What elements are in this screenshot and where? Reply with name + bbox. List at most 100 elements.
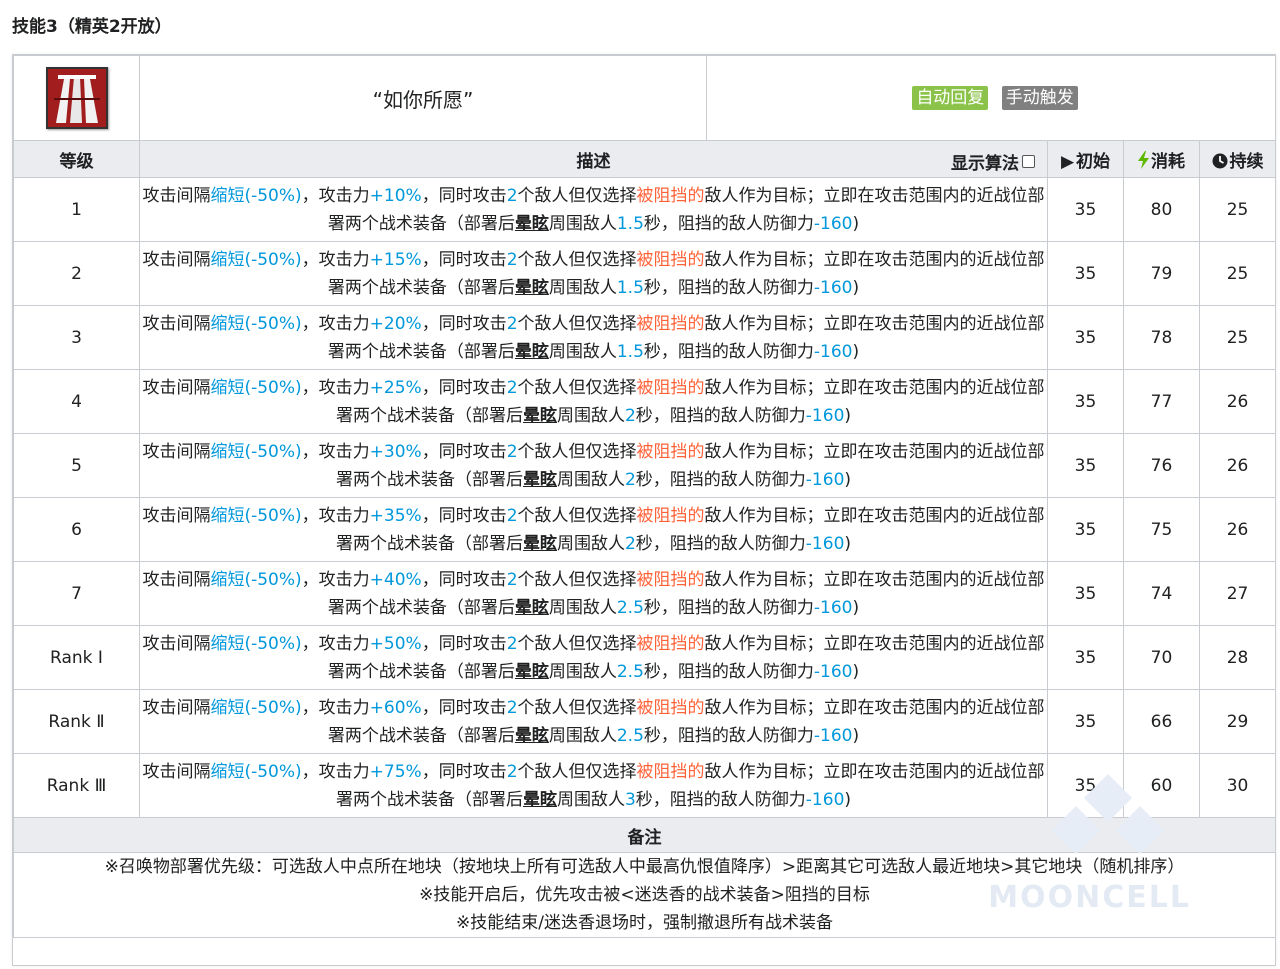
desc-text: ，攻击力: [301, 761, 370, 782]
desc-text: ，攻击力: [301, 633, 370, 654]
def-value: -160: [805, 533, 845, 554]
desc-text: 秒，阻挡的敌人防御力: [635, 533, 806, 554]
desc-text: 秒，阻挡的敌人防御力: [635, 469, 806, 490]
cost-cell: 76: [1123, 433, 1200, 498]
level-cell: 1: [13, 177, 140, 242]
duration-cell: 26: [1198, 369, 1277, 434]
desc-text: ): [844, 789, 852, 810]
desc-text: ，同时攻击: [421, 697, 507, 718]
desc-text: 周围敌人: [548, 725, 617, 746]
initial-cell: 35: [1047, 689, 1124, 754]
desc-text: 周围敌人: [548, 277, 617, 298]
blocked-keyword: 被阻挡的: [636, 569, 705, 590]
desc-text: ): [852, 277, 860, 298]
initial-cell: 35: [1047, 177, 1124, 242]
stun-seconds-value: 2: [624, 405, 636, 426]
tag-auto-recovery: 自动回复: [912, 86, 989, 110]
stun-term-link[interactable]: 晕眩: [523, 790, 557, 810]
description-cell: 攻击间隔缩短(-50%)，攻击力+30%，同时攻击2个敌人但仅选择被阻挡的敌人作…: [139, 433, 1048, 498]
interval-value: 缩短(-50%): [210, 633, 302, 654]
section-title: 技能3（精英2开放）: [12, 17, 172, 37]
cost-cell: 80: [1123, 177, 1200, 242]
atk-value: +40%: [369, 569, 422, 590]
stun-term-link[interactable]: 晕眩: [515, 662, 549, 682]
desc-text: 攻击间隔: [142, 697, 211, 718]
description-cell: 攻击间隔缩短(-50%)，攻击力+60%，同时攻击2个敌人但仅选择被阻挡的敌人作…: [139, 689, 1048, 754]
description-cell: 攻击间隔缩短(-50%)，攻击力+35%，同时攻击2个敌人但仅选择被阻挡的敌人作…: [139, 497, 1048, 562]
skill-header-row: “如你所愿” 自动回复 手动触发: [13, 55, 1277, 141]
duration-cell: 26: [1198, 497, 1277, 562]
desc-text: 秒，阻挡的敌人防御力: [643, 277, 814, 298]
targets-value: 2: [506, 249, 518, 270]
stun-term-link[interactable]: 晕眩: [523, 534, 557, 554]
stun-term-link[interactable]: 晕眩: [523, 470, 557, 490]
header-initial: ▶ 初始: [1047, 140, 1124, 178]
table-row: 5 攻击间隔缩短(-50%)，攻击力+30%，同时攻击2个敌人但仅选择被阻挡的敌人…: [13, 433, 1277, 498]
interval-value: 缩短(-50%): [210, 377, 302, 398]
skill-icon-cell: [13, 55, 140, 141]
table-header-row: 等级 描述 显示算法 ▶ 初始 消耗 持续: [13, 140, 1277, 178]
stun-seconds-value: 1.5: [616, 213, 644, 234]
desc-text: ): [852, 597, 860, 618]
desc-text: ，同时攻击: [421, 313, 507, 334]
desc-text: ): [852, 341, 860, 362]
desc-text: ，攻击力: [301, 697, 370, 718]
header-cost: 消耗: [1123, 140, 1200, 178]
stun-seconds-value: 2: [624, 533, 636, 554]
desc-text: ，同时攻击: [421, 569, 507, 590]
stun-term-link[interactable]: 晕眩: [515, 278, 549, 298]
targets-value: 2: [506, 441, 518, 462]
desc-text: 秒，阻挡的敌人防御力: [643, 341, 814, 362]
description-cell: 攻击间隔缩短(-50%)，攻击力+25%，同时攻击2个敌人但仅选择被阻挡的敌人作…: [139, 369, 1048, 434]
atk-value: +30%: [369, 441, 422, 462]
table-row: 2 攻击间隔缩短(-50%)，攻击力+15%，同时攻击2个敌人但仅选择被阻挡的敌人…: [13, 241, 1277, 306]
stun-term-link[interactable]: 晕眩: [515, 342, 549, 362]
targets-value: 2: [506, 313, 518, 334]
duration-cell: 25: [1198, 305, 1277, 370]
header-description-label: 描述: [576, 151, 611, 172]
targets-value: 2: [506, 697, 518, 718]
stun-seconds-value: 3: [624, 789, 636, 810]
show-formula-toggle[interactable]: 显示算法: [951, 149, 1035, 174]
desc-text: 个敌人但仅选择: [517, 761, 637, 782]
header-description: 描述 显示算法: [139, 140, 1048, 178]
stun-term-link[interactable]: 晕眩: [515, 214, 549, 234]
level-cell: Rank Ⅰ: [13, 625, 140, 690]
desc-text: 攻击间隔: [142, 249, 211, 270]
initial-cell: 35: [1047, 625, 1124, 690]
desc-text: 攻击间隔: [142, 633, 211, 654]
interval-value: 缩短(-50%): [210, 569, 302, 590]
desc-text: ): [844, 405, 852, 426]
stun-seconds-value: 2.5: [616, 597, 644, 618]
duration-cell: 29: [1198, 689, 1277, 754]
desc-text: ): [852, 661, 860, 682]
interval-value: 缩短(-50%): [210, 697, 302, 718]
targets-value: 2: [506, 633, 518, 654]
initial-cell: 35: [1047, 305, 1124, 370]
stun-term-link[interactable]: 晕眩: [515, 598, 549, 618]
table-row: 3 攻击间隔缩短(-50%)，攻击力+20%，同时攻击2个敌人但仅选择被阻挡的敌人…: [13, 305, 1277, 370]
desc-text: ，同时攻击: [421, 441, 507, 462]
table-row: Rank Ⅱ 攻击间隔缩短(-50%)，攻击力+60%，同时攻击2个敌人但仅选择被…: [13, 689, 1277, 754]
stun-term-link[interactable]: 晕眩: [523, 406, 557, 426]
description-cell: 攻击间隔缩短(-50%)，攻击力+15%，同时攻击2个敌人但仅选择被阻挡的敌人作…: [139, 241, 1048, 306]
initial-cell: 35: [1047, 369, 1124, 434]
desc-text: 秒，阻挡的敌人防御力: [635, 405, 806, 426]
skill-name: “如你所愿”: [372, 87, 474, 112]
atk-value: +60%: [369, 697, 422, 718]
desc-text: ，攻击力: [301, 377, 370, 398]
interval-value: 缩短(-50%): [210, 313, 302, 334]
level-cell: 3: [13, 305, 140, 370]
desc-text: ，同时攻击: [421, 505, 507, 526]
cost-cell: 78: [1123, 305, 1200, 370]
show-formula-checkbox[interactable]: [1022, 155, 1035, 168]
targets-value: 2: [506, 505, 518, 526]
stun-term-link[interactable]: 晕眩: [515, 726, 549, 746]
duration-cell: 28: [1198, 625, 1277, 690]
desc-text: 周围敌人: [548, 341, 617, 362]
header-duration: 持续: [1198, 140, 1277, 178]
desc-text: ，攻击力: [301, 441, 370, 462]
desc-text: 个敌人但仅选择: [517, 185, 637, 206]
cost-cell: 60: [1123, 753, 1200, 818]
atk-value: +50%: [369, 633, 422, 654]
